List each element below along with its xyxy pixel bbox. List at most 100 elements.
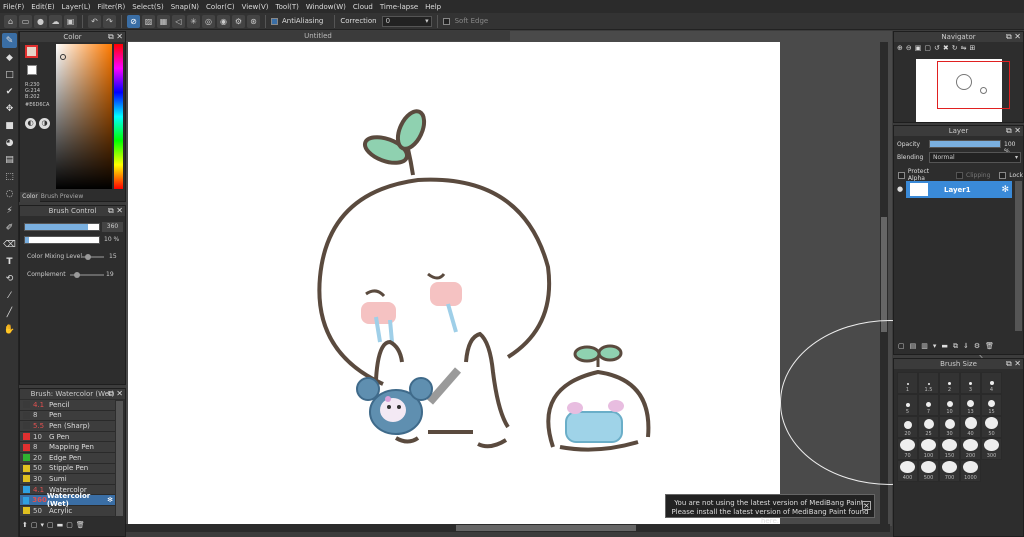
folder-icon[interactable]: ▬ (57, 521, 64, 529)
comment-icon[interactable]: ● (34, 14, 47, 28)
layer-folder-icon[interactable]: ▬ (941, 342, 948, 351)
save-icon[interactable]: ▭ (19, 14, 32, 28)
complement-slider[interactable] (70, 272, 104, 278)
brush-size-option[interactable]: 300 (981, 438, 1002, 460)
fill-tool-icon[interactable]: ◕ (2, 135, 17, 150)
color-mixing-slider[interactable] (82, 254, 104, 260)
brush-opacity-slider[interactable] (24, 236, 100, 244)
hue-slider[interactable] (114, 44, 123, 189)
brush-menu-icon[interactable]: ▾ (41, 521, 45, 529)
brush-list-item[interactable]: 8 Mapping Pen (20, 442, 115, 453)
layer-opacity-slider[interactable] (929, 140, 1001, 148)
brush-size-option[interactable]: 5 (897, 394, 918, 416)
snap-grid-icon[interactable]: ⊛ (247, 14, 260, 28)
lock-checkbox[interactable] (999, 171, 1007, 179)
brush-size-option[interactable]: 50 (981, 416, 1002, 438)
fit-icon[interactable]: ▣ (915, 44, 922, 52)
gradient-tool-icon[interactable]: ▤ (2, 152, 17, 167)
merge-layer-icon[interactable]: ⇓ (963, 342, 969, 351)
brush-size-option[interactable]: 13 (960, 394, 981, 416)
brush-size-option[interactable]: 200 (960, 438, 981, 460)
snap-settings-icon[interactable]: ⚙ (232, 14, 245, 28)
correction-dropdown[interactable]: 0 ▾ (381, 15, 432, 27)
menu-item-10[interactable]: Cloud (353, 3, 373, 11)
copy-brush-icon[interactable]: ▢ (47, 521, 54, 529)
lasso-tool-icon[interactable]: ◌ (2, 186, 17, 201)
brush-size-option[interactable]: 100 (918, 438, 939, 460)
new-brush-icon[interactable]: ▢ (31, 521, 38, 529)
brush-size-option[interactable]: 7 (918, 394, 939, 416)
brush-size-option[interactable]: 3 (960, 372, 981, 394)
brush-size-slider[interactable] (24, 223, 100, 231)
brush-size-option[interactable]: 70 (897, 438, 918, 460)
brush-list-item[interactable]: 20 Edge Pen (20, 452, 115, 464)
clipping-checkbox[interactable] (956, 171, 963, 179)
zoom-out-icon[interactable]: ⊖ (906, 44, 912, 52)
blending-dropdown[interactable]: Normal ▾ (929, 152, 1021, 163)
brush-list-item[interactable]: 5.5 Pen (Sharp) (20, 421, 115, 432)
brush-size-option[interactable]: 1000 (960, 460, 981, 482)
operation-tool-icon[interactable]: ⟲ (2, 271, 17, 286)
brush-size-option[interactable]: 700 (939, 460, 960, 482)
brush-list-item[interactable]: 4.1 Pencil (20, 400, 115, 411)
canvas-title[interactable]: Untitled (126, 31, 510, 41)
brush-size-option[interactable]: 25 (918, 416, 939, 438)
drawing-canvas[interactable] (128, 42, 780, 525)
snap-curve-icon[interactable]: ◉ (217, 14, 230, 28)
menu-item-4[interactable]: Select(S) (132, 3, 164, 11)
menu-item-5[interactable]: Snap(N) (171, 3, 199, 11)
layer-row[interactable]: Layer1 ✻ (906, 181, 1012, 198)
hand-tool-icon[interactable]: ✋ (2, 322, 17, 337)
delete-layer-icon[interactable]: 🗑 (985, 342, 994, 351)
layer-menu-icon[interactable]: ▾ (933, 342, 937, 351)
snap-parallel-icon[interactable]: ▨ (142, 14, 155, 28)
select-eraser-icon[interactable]: ⌫ (2, 237, 17, 252)
rotate-left-icon[interactable]: ↺ (934, 44, 940, 52)
brush-size-option[interactable]: 10 (939, 394, 960, 416)
snap-off-icon[interactable]: ⊘ (127, 14, 140, 28)
menu-item-3[interactable]: Filter(R) (98, 3, 126, 11)
brush-size-option[interactable]: 1.5 (918, 372, 939, 394)
brush-size-option[interactable]: 1 (897, 372, 918, 394)
brush-list-scrollbar[interactable] (116, 401, 123, 516)
layer-scrollbar[interactable] (1015, 181, 1022, 331)
brush-size-value[interactable]: 360 (102, 222, 123, 232)
text-tool-icon[interactable]: T (2, 254, 17, 269)
menu-item-8[interactable]: Tool(T) (276, 3, 299, 11)
brush-size-option[interactable]: 4 (981, 372, 1002, 394)
brush-size-option[interactable]: 500 (918, 460, 939, 482)
dropper-icon[interactable]: ╱ (2, 305, 17, 320)
cloud-icon[interactable]: ☁ (49, 14, 62, 28)
select-tool-icon[interactable]: ⬚ (2, 169, 17, 184)
home-icon[interactable]: ⌂ (4, 14, 17, 28)
brush-size-option[interactable]: 2 (939, 372, 960, 394)
brush-size-option[interactable]: 400 (897, 460, 918, 482)
brush-size-option[interactable]: 150 (939, 438, 960, 460)
duplicate-layer-icon[interactable]: ⧉ (953, 342, 958, 351)
delete-brush-icon[interactable]: 🗑 (76, 521, 85, 529)
brush-list-item[interactable]: 10 G Pen (20, 431, 115, 443)
background-swatch[interactable] (27, 65, 37, 75)
palette-add-icon[interactable]: ◑ (39, 118, 50, 129)
palette-icon[interactable]: ◐ (25, 118, 36, 129)
import-brush-icon[interactable]: ▢ (66, 521, 73, 529)
menu-item-1[interactable]: Edit(E) (31, 3, 54, 11)
layer-visibility-icon[interactable]: ● (897, 185, 903, 193)
brush-size-option[interactable]: 15 (981, 394, 1002, 416)
new-halftone-layer-icon[interactable]: ▤ (910, 342, 917, 351)
shape-tool-icon[interactable]: ■ (2, 118, 17, 133)
menu-item-9[interactable]: Window(W) (306, 3, 346, 11)
move-tool-icon[interactable]: ✥ (2, 101, 17, 116)
menu-item-0[interactable]: File(F) (3, 3, 24, 11)
eyedropper-icon[interactable]: ⁄ (2, 288, 17, 303)
foreground-swatch[interactable] (25, 45, 38, 58)
undo-icon[interactable]: ↶ (88, 14, 101, 28)
tab-color[interactable]: Color (20, 192, 40, 202)
brush-size-option[interactable]: 20 (897, 416, 918, 438)
menu-item-12[interactable]: Help (425, 3, 441, 11)
snap-radial-icon[interactable]: ✳ (187, 14, 200, 28)
brush-size-option[interactable]: 40 (960, 416, 981, 438)
eraser-tool-icon[interactable]: ◆ (2, 50, 17, 65)
brush-list-item[interactable]: 8 Pen (20, 410, 115, 422)
rotate-reset-icon[interactable]: ✖ (943, 44, 949, 52)
